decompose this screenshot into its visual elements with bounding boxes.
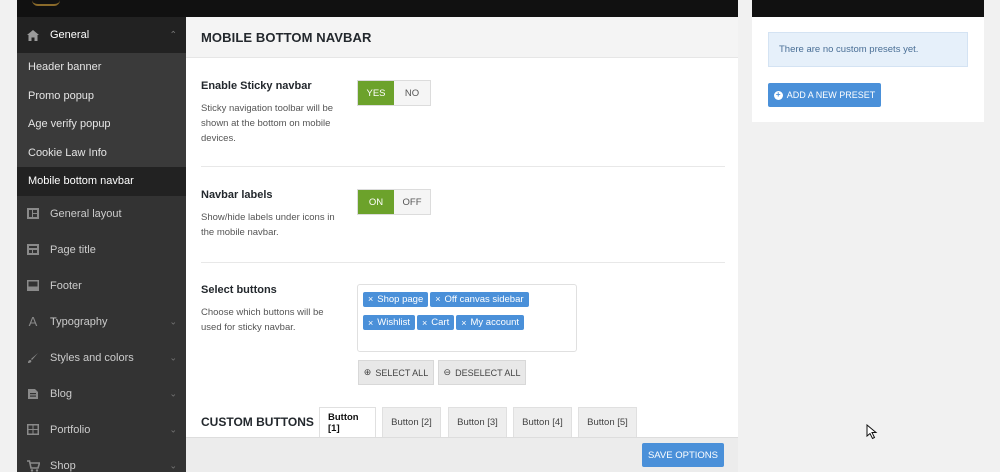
chevron-down-icon: ⌄: [169, 460, 177, 470]
sidebar-item-label: Styles and colors: [50, 351, 134, 364]
save-bar: SAVE OPTIONS: [186, 437, 738, 472]
tag-label: Shop page: [377, 293, 424, 305]
selected-tag[interactable]: × Shop page: [363, 291, 429, 307]
cart-icon: [26, 459, 40, 472]
select-all-button[interactable]: ⊕ SELECT ALL: [358, 360, 434, 385]
no-presets-notice: There are no custom presets yet.: [768, 32, 968, 67]
sidebar-item-page-title[interactable]: Page title: [17, 232, 186, 268]
chevron-down-icon: ⌄: [169, 316, 177, 326]
general-submenu: Header banner Promo popup Age verify pop…: [17, 53, 186, 196]
remove-tag-icon[interactable]: ×: [435, 294, 440, 304]
sidebar-item-label: Blog: [50, 387, 73, 400]
tab-button-2[interactable]: Button [2]: [382, 407, 441, 437]
brush-icon: [26, 351, 40, 365]
no-button[interactable]: NO: [394, 81, 430, 105]
section-header: MOBILE BOTTOM NAVBAR: [186, 17, 738, 58]
sidebar-item-shop[interactable]: Shop ⌄: [17, 448, 186, 472]
sticky-navbar-toggle: YES NO: [357, 80, 431, 106]
section-title: MOBILE BOTTOM NAVBAR: [201, 29, 372, 45]
sidebar-subitem-promo-popup[interactable]: Promo popup: [17, 82, 186, 111]
page-title-icon: [26, 243, 40, 257]
tab-button-4[interactable]: Button [4]: [513, 407, 572, 437]
layout-icon: [26, 207, 40, 221]
sidebar-item-label: General: [50, 29, 90, 41]
sidebar-item-label: Typography: [50, 315, 108, 328]
option-description: Choose which buttons will be used for st…: [201, 307, 324, 333]
sidebar-item-label: Portfolio: [50, 423, 91, 436]
chevron-up-icon: ⌃: [169, 29, 177, 40]
tag-label: Cart: [431, 317, 450, 328]
chevron-down-icon: ⌄: [169, 388, 177, 398]
sidebar-item-label: General layout: [50, 207, 122, 220]
selected-tag[interactable]: × Off canvas sidebar: [430, 291, 529, 307]
deselect-all-button[interactable]: ⊖ DESELECT ALL: [438, 360, 526, 385]
logo: [32, 0, 60, 6]
yes-button[interactable]: YES: [358, 81, 394, 105]
sidebar-item-label: Page title: [50, 243, 96, 256]
save-options-button[interactable]: SAVE OPTIONS: [642, 443, 724, 467]
option-description: Sticky navigation toolbar will be shown …: [201, 103, 334, 144]
plus-circle-icon: ⊕: [363, 367, 372, 377]
tag-label: Off canvas sidebar: [444, 293, 524, 305]
tag-label: Wishlist: [377, 317, 410, 328]
option-navbar-labels: Navbar labels Show/hide labels under ico…: [201, 189, 725, 263]
sidebar-item-styles-and-colors[interactable]: Styles and colors ⌄: [17, 340, 186, 376]
blog-icon: [26, 387, 40, 401]
selected-tag[interactable]: × Cart: [417, 315, 455, 330]
option-sticky-navbar: Enable Sticky navbar Sticky navigation t…: [201, 80, 725, 167]
option-title: Navbar labels: [201, 189, 273, 201]
remove-tag-icon[interactable]: ×: [461, 318, 466, 328]
portfolio-icon: [26, 423, 40, 437]
navbar-labels-toggle: ON OFF: [357, 189, 431, 215]
sidebar-item-general-layout[interactable]: General layout: [17, 196, 186, 232]
sidebar-subitem-cookie-law-info[interactable]: Cookie Law Info: [17, 139, 186, 168]
chevron-down-icon: ⌄: [169, 424, 177, 434]
sidebar-item-footer[interactable]: Footer: [17, 268, 186, 304]
option-title: Enable Sticky navbar: [201, 80, 312, 92]
button-label: SELECT ALL: [375, 367, 429, 378]
remove-tag-icon[interactable]: ×: [368, 294, 373, 304]
button-label: DESELECT ALL: [455, 367, 521, 378]
sidebar-subitem-age-verify-popup[interactable]: Age verify popup: [17, 110, 186, 139]
options-sidebar: General ⌃ Header banner Promo popup Age …: [17, 17, 186, 472]
typography-icon: A: [28, 314, 38, 329]
minus-circle-icon: ⊖: [443, 367, 452, 377]
footer-icon: [26, 279, 40, 293]
sidebar-subitem-mobile-bottom-navbar[interactable]: Mobile bottom navbar: [17, 167, 186, 196]
options-panel: MOBILE BOTTOM NAVBAR Enable Sticky navba…: [186, 17, 738, 472]
presets-panel: There are no custom presets yet. + ADD A …: [752, 17, 984, 122]
add-preset-button[interactable]: + ADD A NEW PRESET: [768, 83, 881, 107]
presets-top-bar: [752, 0, 984, 17]
button-label: ADD A NEW PRESET: [786, 90, 876, 100]
buttons-multiselect[interactable]: × Shop page × Off canvas sidebar × Wishlist ×…: [357, 284, 577, 352]
sidebar-item-blog[interactable]: Blog ⌄: [17, 376, 186, 412]
tab-button-3[interactable]: Button [3]: [448, 407, 507, 437]
sidebar-item-label: Shop: [50, 459, 76, 472]
selected-tag[interactable]: × My account: [456, 315, 525, 330]
plus-circle-icon: +: [773, 90, 783, 100]
tab-button-5[interactable]: Button [5]: [578, 407, 637, 437]
mouse-cursor-icon: [866, 424, 878, 440]
top-bar: [17, 0, 738, 17]
option-select-buttons: Select buttons Choose which buttons will…: [201, 284, 725, 394]
remove-tag-icon[interactable]: ×: [368, 318, 373, 328]
option-title: Select buttons: [201, 284, 277, 296]
sidebar-item-label: Footer: [50, 279, 82, 292]
selected-tag[interactable]: × Wishlist: [363, 315, 415, 330]
on-button[interactable]: ON: [358, 190, 394, 214]
off-button[interactable]: OFF: [394, 190, 430, 214]
chevron-down-icon: ⌄: [169, 352, 177, 362]
tab-button-1[interactable]: Button [1]: [319, 407, 376, 437]
tag-label: My account: [470, 317, 520, 328]
custom-buttons-title: CUSTOM BUTTONS: [201, 415, 314, 429]
sidebar-item-general[interactable]: General ⌃: [17, 17, 186, 53]
home-icon: [26, 28, 40, 42]
remove-tag-icon[interactable]: ×: [422, 318, 427, 328]
sidebar-subitem-header-banner[interactable]: Header banner: [17, 53, 186, 82]
option-description: Show/hide labels under icons in the mobi…: [201, 212, 335, 238]
sidebar-item-portfolio[interactable]: Portfolio ⌄: [17, 412, 186, 448]
sidebar-item-typography[interactable]: A Typography ⌄: [17, 304, 186, 340]
